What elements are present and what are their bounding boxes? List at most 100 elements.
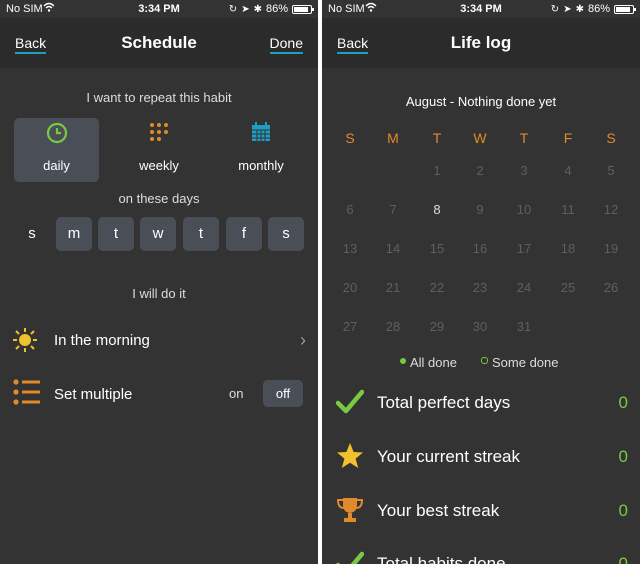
calendar-day[interactable]: 30 bbox=[465, 319, 495, 334]
day-toggle-tuesday[interactable]: t bbox=[98, 217, 134, 251]
trophy-icon bbox=[336, 496, 364, 524]
battery-icon bbox=[292, 4, 314, 14]
month-title: August - Nothing done yet bbox=[405, 94, 557, 109]
page-title: Life log bbox=[450, 33, 512, 52]
calendar-day[interactable]: 7 bbox=[378, 202, 408, 217]
battery-percent: 86% bbox=[265, 3, 288, 15]
weekday-label: F bbox=[563, 130, 573, 146]
schedule-screen: No SIM 3:34 PM ↻ ➤ ✱ 86% Back Schedule D… bbox=[0, 0, 318, 564]
multiple-on-option[interactable]: on bbox=[229, 386, 243, 401]
stat-label: Your best streak bbox=[377, 501, 500, 520]
stat-label: Your current streak bbox=[377, 447, 520, 466]
calendar-day[interactable]: 29 bbox=[422, 319, 452, 334]
calendar-day[interactable]: 13 bbox=[335, 241, 365, 256]
stat-row: Your best streak 0 bbox=[322, 484, 640, 538]
calendar-day[interactable]: 2 bbox=[465, 163, 495, 178]
stat-row: Your current streak 0 bbox=[322, 430, 640, 484]
set-multiple-label: Set multiple bbox=[54, 386, 133, 403]
time-of-day-row[interactable]: In the morning › bbox=[0, 318, 318, 362]
legend-some-done: Some done bbox=[481, 355, 559, 370]
done-button[interactable]: Done bbox=[269, 35, 303, 54]
lock-rotation-icon: ↻ bbox=[550, 3, 560, 15]
day-toggle-wednesday[interactable]: w bbox=[140, 217, 176, 251]
location-icon: ➤ bbox=[241, 3, 250, 15]
calendar-day[interactable]: 25 bbox=[553, 280, 583, 295]
will-do-label: I will do it bbox=[132, 286, 186, 301]
day-toggle-sunday[interactable]: s bbox=[14, 217, 50, 251]
stat-label: Total habits done bbox=[377, 554, 506, 564]
calendar-day[interactable]: 19 bbox=[596, 241, 626, 256]
calendar-day[interactable]: 14 bbox=[378, 241, 408, 256]
calendar-day[interactable]: 20 bbox=[335, 280, 365, 295]
life-log-screen: No SIM 3:34 PM ↻ ➤ ✱ 86% Back Life log A… bbox=[322, 0, 640, 564]
calendar-day[interactable]: 31 bbox=[509, 319, 539, 334]
frequency-weekly-label: weekly bbox=[139, 158, 179, 173]
checkmark-icon bbox=[335, 389, 365, 417]
calendar-day[interactable]: 21 bbox=[378, 280, 408, 295]
navigation-bar: Back Schedule Done bbox=[0, 18, 318, 68]
calendar-day[interactable]: 23 bbox=[465, 280, 495, 295]
calendar-day[interactable]: 11 bbox=[553, 202, 583, 217]
calendar-day[interactable]: 28 bbox=[378, 319, 408, 334]
star-icon bbox=[336, 442, 364, 470]
day-toggle-thursday[interactable]: t bbox=[183, 217, 219, 251]
day-toggle-saturday[interactable]: s bbox=[268, 217, 304, 251]
status-bar: No SIM 3:34 PM ↻ ➤ ✱ 86% bbox=[322, 0, 640, 18]
day-toggle-monday[interactable]: m bbox=[56, 217, 92, 251]
stat-label: Total perfect days bbox=[377, 393, 511, 412]
bluetooth-icon: ✱ bbox=[575, 3, 584, 15]
calendar-day[interactable]: 24 bbox=[509, 280, 539, 295]
list-icon bbox=[13, 379, 41, 410]
multiple-off-option[interactable]: off bbox=[263, 380, 303, 407]
clock-icon bbox=[14, 122, 99, 144]
chevron-right-icon: › bbox=[300, 330, 306, 350]
calendar-day-today[interactable]: 8 bbox=[422, 202, 452, 217]
filled-dot-icon bbox=[400, 357, 406, 364]
weekday-label: S bbox=[606, 130, 616, 146]
calendar-day[interactable]: 17 bbox=[509, 241, 539, 256]
sun-icon bbox=[13, 328, 37, 357]
days-label: on these days bbox=[118, 191, 200, 206]
weekday-label: S bbox=[345, 130, 355, 146]
calendar-day[interactable]: 16 bbox=[465, 241, 495, 256]
battery-icon bbox=[614, 4, 636, 14]
calendar-day[interactable]: 18 bbox=[553, 241, 583, 256]
calendar-day[interactable]: 6 bbox=[335, 202, 365, 217]
battery-percent: 86% bbox=[587, 3, 610, 15]
calendar-day[interactable]: 5 bbox=[596, 163, 626, 178]
dots-grid-icon bbox=[110, 122, 208, 142]
legend-all-done: All done bbox=[400, 355, 457, 370]
frequency-daily-label: daily bbox=[43, 158, 70, 173]
time-of-day-label: In the morning bbox=[54, 332, 150, 349]
navigation-bar: Back Life log bbox=[322, 18, 640, 68]
frequency-monthly-button[interactable]: monthly bbox=[212, 118, 310, 182]
calendar-day[interactable]: 1 bbox=[422, 163, 452, 178]
calendar-day[interactable]: 4 bbox=[553, 163, 583, 178]
calendar-day[interactable]: 10 bbox=[509, 202, 539, 217]
stat-value: 0 bbox=[618, 554, 628, 564]
weekday-label: T bbox=[519, 130, 529, 146]
weekday-label: T bbox=[432, 130, 442, 146]
calendar-day[interactable]: 15 bbox=[422, 241, 452, 256]
calendar-icon bbox=[212, 122, 310, 142]
stat-value: 0 bbox=[618, 501, 628, 520]
bluetooth-icon: ✱ bbox=[253, 3, 262, 15]
status-bar: No SIM 3:34 PM ↻ ➤ ✱ 86% bbox=[0, 0, 318, 18]
calendar-day[interactable]: 3 bbox=[509, 163, 539, 178]
calendar-day[interactable]: 26 bbox=[596, 280, 626, 295]
frequency-daily-button[interactable]: daily bbox=[14, 118, 99, 182]
stat-row: Total perfect days 0 bbox=[322, 376, 640, 430]
calendar-day[interactable]: 9 bbox=[465, 202, 495, 217]
frequency-monthly-label: monthly bbox=[238, 158, 284, 173]
repeat-habit-label: I want to repeat this habit bbox=[86, 90, 232, 105]
stat-row: Total habits done 0 bbox=[322, 538, 640, 564]
day-toggle-friday[interactable]: f bbox=[226, 217, 262, 251]
calendar-day[interactable]: 27 bbox=[335, 319, 365, 334]
calendar-day[interactable]: 12 bbox=[596, 202, 626, 217]
calendar-day[interactable]: 22 bbox=[422, 280, 452, 295]
frequency-weekly-button[interactable]: weekly bbox=[110, 118, 208, 182]
hollow-dot-icon bbox=[481, 357, 488, 365]
legend-all-done-label: All done bbox=[410, 355, 457, 370]
weekday-label: W bbox=[473, 130, 487, 146]
legend-some-done-label: Some done bbox=[492, 355, 559, 370]
